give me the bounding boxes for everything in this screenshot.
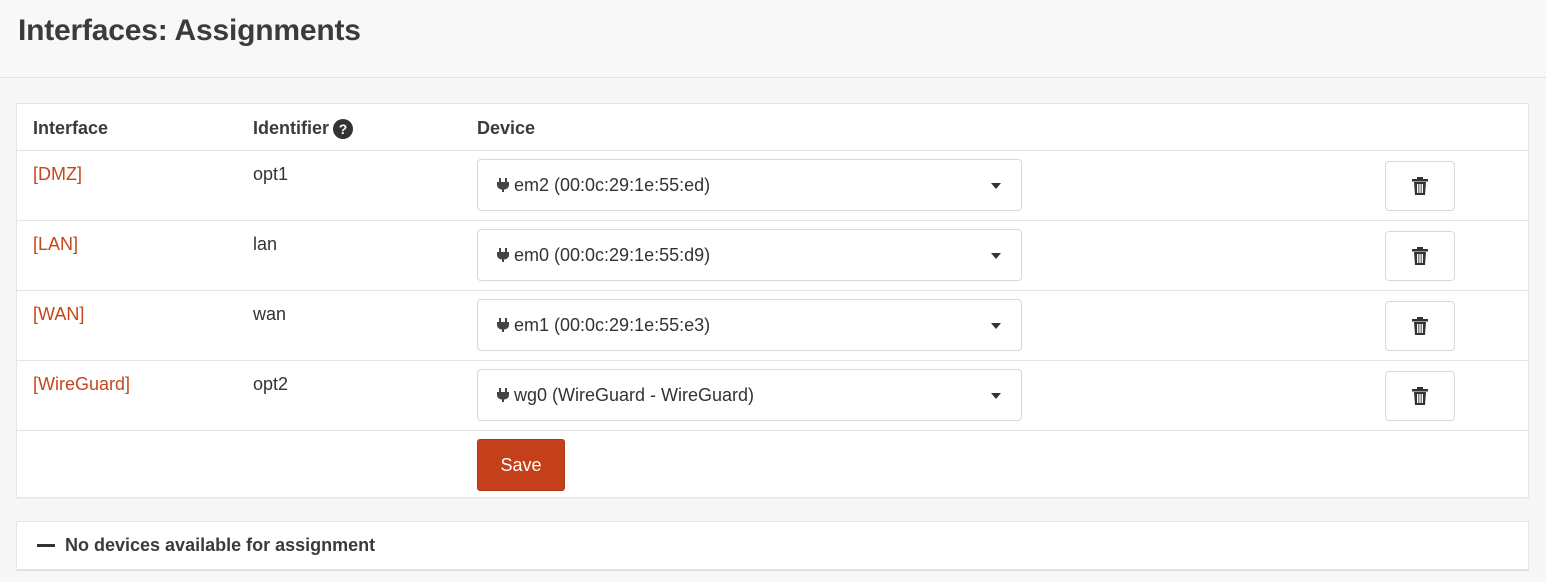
interface-link[interactable]: [DMZ] — [33, 164, 82, 185]
plug-icon — [497, 388, 509, 402]
page-title: Interfaces: Assignments — [18, 14, 361, 47]
table-row: [WireGuard] opt2 wg0 (WireGuard - WireGu… — [17, 360, 1528, 430]
column-header-interface: Interface — [33, 118, 109, 138]
device-select-value: em0 (00:0c:29:1e:55:d9) — [514, 244, 711, 265]
delete-button[interactable] — [1385, 371, 1455, 421]
chevron-down-icon — [991, 323, 1001, 329]
interface-identifier: opt2 — [253, 374, 289, 394]
interface-link[interactable]: [WireGuard] — [33, 374, 130, 395]
save-row: Save — [17, 430, 1528, 498]
interface-identifier: opt1 — [253, 164, 289, 184]
plug-icon — [497, 248, 509, 262]
device-select-value: em1 (00:0c:29:1e:55:e3) — [514, 314, 711, 335]
plug-icon — [497, 178, 509, 192]
table-row: [LAN] lan em0 (00:0c:29:1e:55:d9) — [17, 220, 1528, 290]
save-button[interactable]: Save — [477, 439, 565, 491]
chevron-down-icon — [991, 183, 1001, 189]
plug-icon — [497, 318, 509, 332]
trash-icon — [1412, 177, 1428, 195]
delete-button[interactable] — [1385, 231, 1455, 281]
assignments-panel: Interface Identifier ? Device [DMZ] opt1… — [16, 103, 1529, 498]
chevron-down-icon — [991, 253, 1001, 259]
trash-icon — [1412, 387, 1428, 405]
trash-icon — [1412, 317, 1428, 335]
device-select-value: wg0 (WireGuard - WireGuard) — [514, 384, 755, 405]
column-header-identifier: Identifier ? — [253, 118, 354, 139]
interface-identifier: lan — [253, 234, 278, 254]
column-header-identifier-label: Identifier — [253, 118, 330, 138]
device-select[interactable]: em0 (00:0c:29:1e:55:d9) — [477, 229, 1022, 281]
page-header: Interfaces: Assignments — [0, 0, 1546, 78]
unassigned-devices-label: No devices available for assignment — [65, 535, 376, 555]
interface-link[interactable]: [WAN] — [33, 304, 84, 325]
column-header-device: Device — [477, 118, 536, 138]
chevron-down-icon — [991, 393, 1001, 399]
trash-icon — [1412, 247, 1428, 265]
device-select-value: em2 (00:0c:29:1e:55:ed) — [514, 174, 711, 195]
interface-identifier: wan — [253, 304, 287, 324]
delete-button[interactable] — [1385, 161, 1455, 211]
device-select[interactable]: em1 (00:0c:29:1e:55:e3) — [477, 299, 1022, 351]
minus-icon — [37, 544, 55, 547]
question-circle-icon[interactable]: ? — [333, 118, 354, 139]
device-select[interactable]: em2 (00:0c:29:1e:55:ed) — [477, 159, 1022, 211]
delete-button[interactable] — [1385, 301, 1455, 351]
interface-link[interactable]: [LAN] — [33, 234, 78, 255]
table-row: [WAN] wan em1 (00:0c:29:1e:55:e3) — [17, 290, 1528, 360]
table-row: [DMZ] opt1 em2 (00:0c:29:1e:55:ed) — [17, 150, 1528, 220]
unassigned-devices-toggle[interactable]: No devices available for assignment — [16, 521, 1529, 571]
device-select[interactable]: wg0 (WireGuard - WireGuard) — [477, 369, 1022, 421]
